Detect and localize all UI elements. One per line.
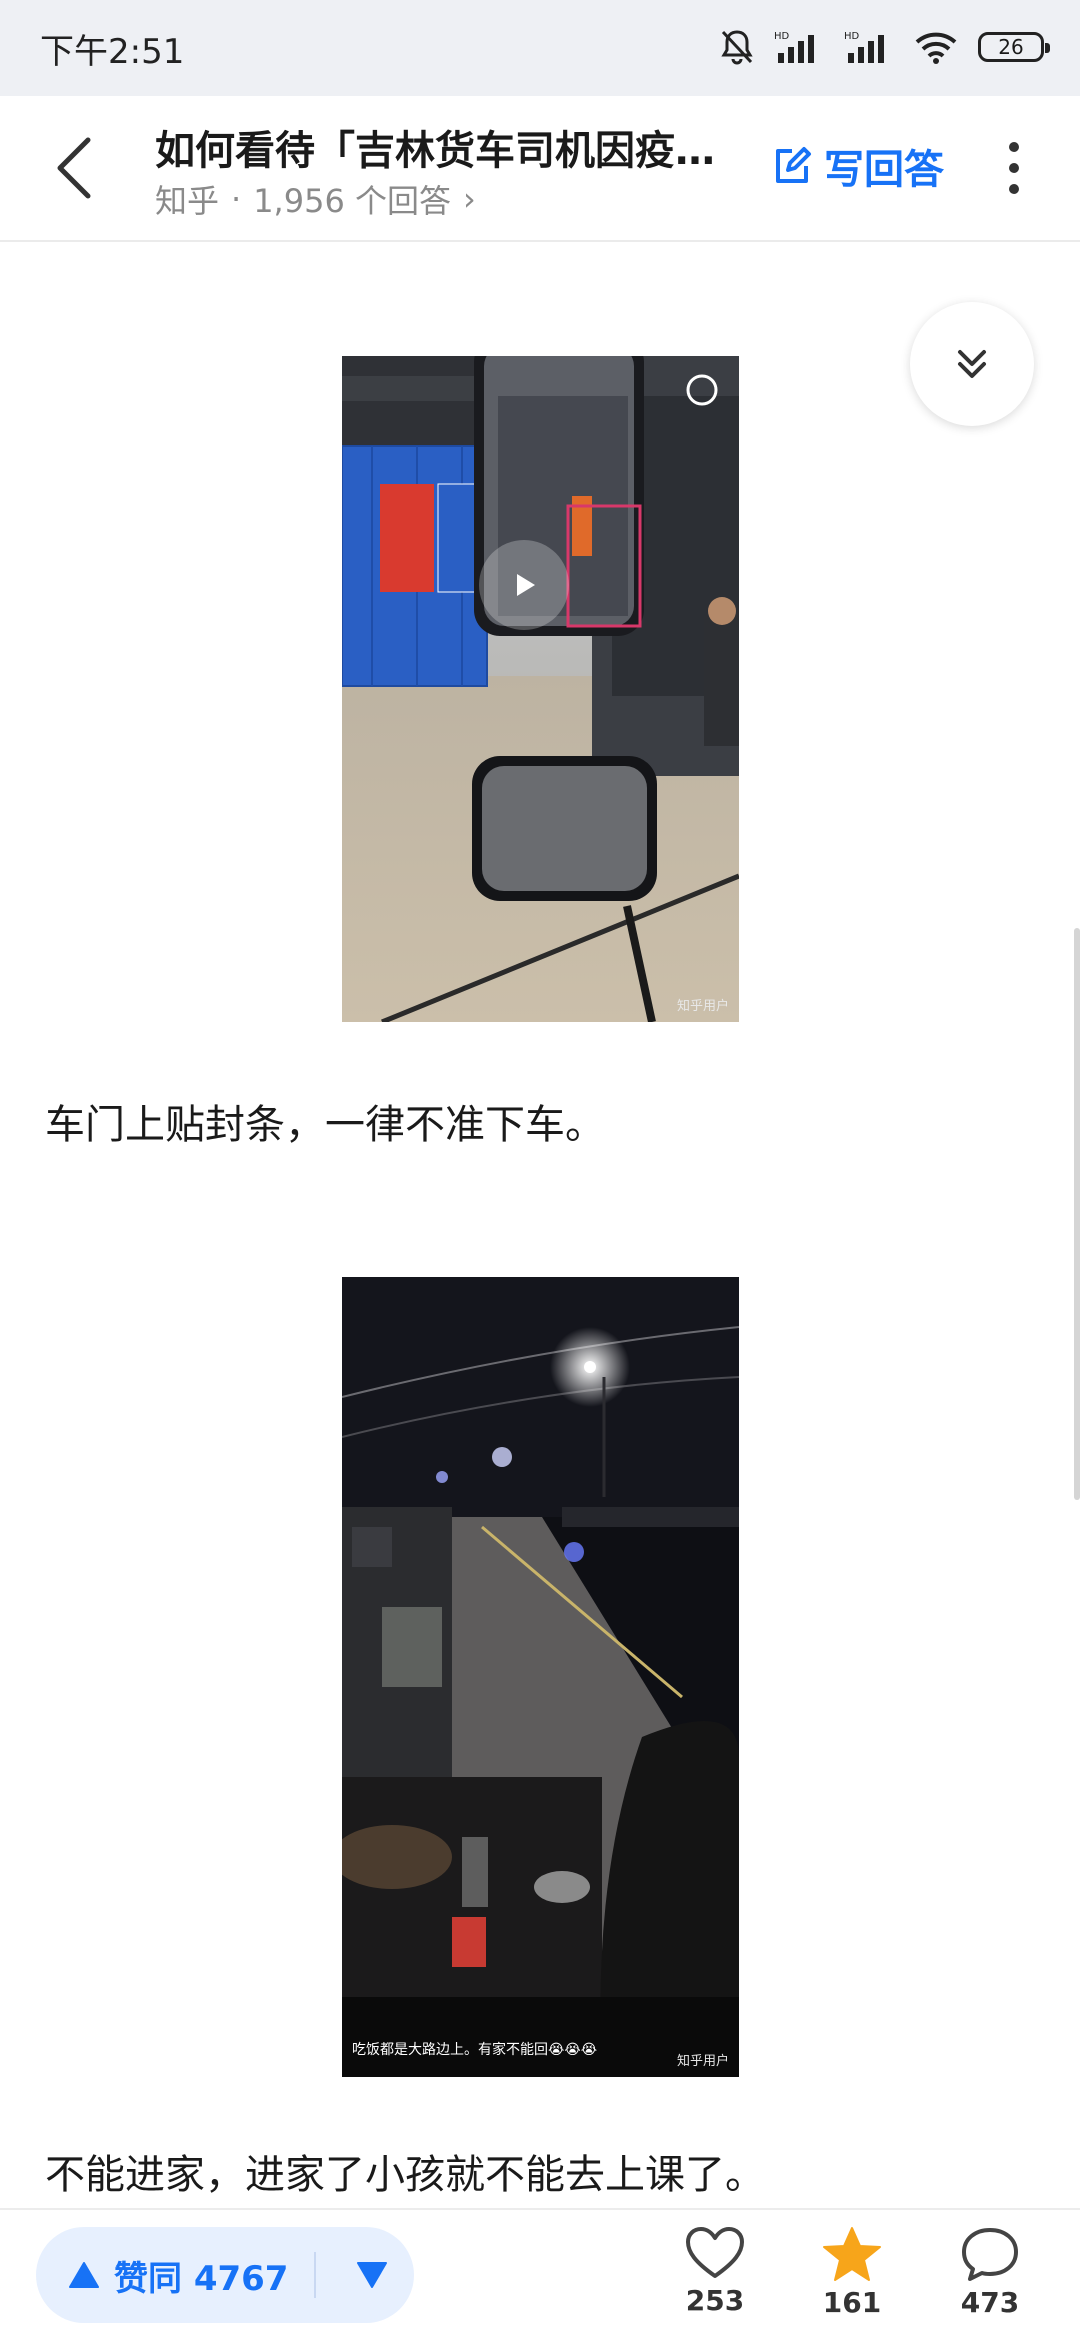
- favorite-count: 161: [822, 2286, 882, 2319]
- wifi-icon: [915, 32, 957, 64]
- chevron-right-icon: ›: [462, 180, 476, 218]
- edit-icon: [776, 147, 811, 183]
- mute-bell-icon: [721, 30, 753, 65]
- upvote-button[interactable]: 赞同 4767: [36, 2251, 288, 2300]
- more-options-icon[interactable]: [1004, 136, 1024, 200]
- svg-text:HD: HD: [774, 31, 790, 42]
- heart-icon: [686, 2227, 744, 2278]
- vote-pill: 赞同 4767: [36, 2227, 414, 2323]
- vote-divider: [314, 2252, 317, 2298]
- scrollbar[interactable]: [1074, 928, 1080, 1500]
- answer-paragraph: 不能进家，进家了小孩就不能去上课了。: [45, 2152, 765, 2198]
- status-icons: HD HD 26: [720, 22, 1050, 72]
- like-button[interactable]: 253: [660, 2226, 770, 2317]
- downvote-button[interactable]: [356, 2261, 388, 2289]
- signal-icon: HD: [774, 31, 814, 63]
- video-caption: 吃饭都是大路边上。有家不能回😭😭😭: [352, 2042, 598, 2058]
- video-thumbnail-mirror[interactable]: 知乎用户: [342, 356, 739, 1022]
- comment-button[interactable]: 473: [935, 2226, 1045, 2319]
- triangle-down-icon: [357, 2262, 388, 2288]
- mirror-scene-image: [342, 356, 739, 1022]
- meta-separator: ·: [231, 180, 242, 218]
- back-arrow-icon[interactable]: [48, 134, 100, 202]
- night-roadside-image: [342, 1277, 739, 2077]
- source-label: 知乎: [155, 182, 220, 220]
- status-time: 下午2:51: [40, 32, 185, 72]
- status-bar: 下午2:51 HD HD 26: [0, 0, 1080, 96]
- write-answer-button[interactable]: 写回答: [772, 138, 944, 194]
- favorite-button[interactable]: 161: [797, 2226, 907, 2319]
- answer-count: 1,956 个回答: [253, 182, 451, 220]
- collapse-answer-button[interactable]: [910, 302, 1034, 426]
- double-chevron-down-icon: [958, 350, 986, 378]
- video-watermark: 知乎用户: [676, 2054, 729, 2069]
- comment-count: 473: [960, 2286, 1020, 2319]
- upvote-label: 赞同 4767: [114, 2258, 289, 2299]
- video-thumbnail-roadside[interactable]: 吃饭都是大路边上。有家不能回😭😭😭 知乎用户: [342, 1277, 739, 2077]
- comment-bubble-icon: [962, 2228, 1018, 2281]
- bottom-action-bar: 赞同 4767 253 161 473: [0, 2208, 1080, 2342]
- question-header: 如何看待「吉林货车司机因疫… 知乎 · 1,956 个回答 › 写回答: [0, 96, 1080, 242]
- svg-text:HD: HD: [844, 31, 860, 42]
- like-count: 253: [685, 2284, 745, 2317]
- star-icon: [823, 2227, 881, 2281]
- answer-paragraph: 车门上贴封条，一律不准下车。: [45, 1102, 605, 1148]
- video-watermark: 知乎用户: [676, 999, 729, 1014]
- signal-icon-2: HD: [844, 31, 884, 63]
- triangle-up-icon: [69, 2262, 99, 2288]
- question-title[interactable]: 如何看待「吉林货车司机因疫…: [155, 118, 735, 176]
- question-meta[interactable]: 知乎 · 1,956 个回答 ›: [155, 176, 476, 222]
- battery-indicator: 26: [978, 32, 1050, 62]
- write-answer-label: 写回答: [824, 147, 944, 193]
- battery-level: 26: [998, 35, 1024, 59]
- play-icon[interactable]: [479, 540, 569, 630]
